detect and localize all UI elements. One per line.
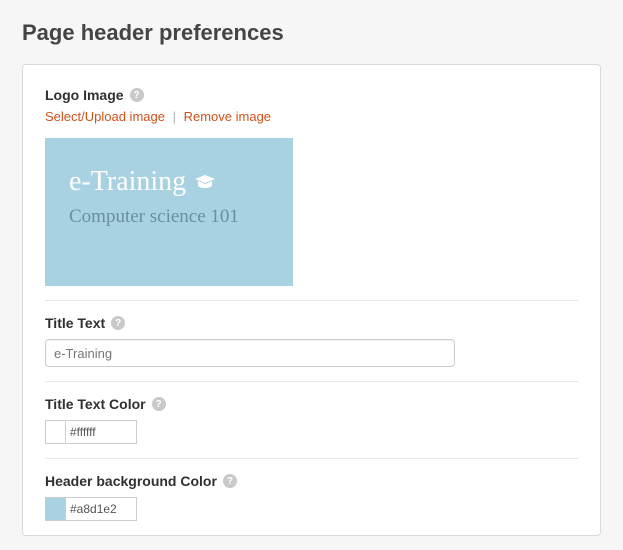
- remove-image-link[interactable]: Remove image: [184, 109, 271, 124]
- help-icon[interactable]: ?: [223, 474, 237, 488]
- title-text-input[interactable]: [45, 339, 455, 367]
- logo-preview: e-Training Computer science 101: [45, 138, 293, 286]
- title-color-input[interactable]: [66, 421, 134, 443]
- bg-color-picker[interactable]: [45, 497, 137, 521]
- select-upload-link[interactable]: Select/Upload image: [45, 109, 165, 124]
- title-color-picker[interactable]: [45, 420, 137, 444]
- help-icon[interactable]: ?: [130, 88, 144, 102]
- help-icon[interactable]: ?: [111, 316, 125, 330]
- logo-section: Logo Image ? Select/Upload image | Remov…: [45, 87, 578, 300]
- title-color-label-row: Title Text Color ?: [45, 396, 578, 412]
- logo-preview-title-row: e-Training: [69, 166, 293, 198]
- bg-color-swatch[interactable]: [46, 498, 66, 520]
- bg-color-label: Header background Color: [45, 473, 217, 489]
- page-title: Page header preferences: [22, 20, 623, 46]
- help-icon[interactable]: ?: [152, 397, 166, 411]
- bg-color-label-row: Header background Color ?: [45, 473, 578, 489]
- title-text-section: Title Text ?: [45, 300, 578, 381]
- bg-color-input[interactable]: [66, 498, 134, 520]
- logo-label: Logo Image: [45, 87, 124, 103]
- logo-label-row: Logo Image ?: [45, 87, 578, 103]
- title-color-section: Title Text Color ?: [45, 381, 578, 458]
- logo-preview-title: e-Training: [69, 166, 186, 198]
- title-color-label: Title Text Color: [45, 396, 146, 412]
- bg-color-section: Header background Color ?: [45, 458, 578, 535]
- title-text-label-row: Title Text ?: [45, 315, 578, 331]
- preferences-panel: Logo Image ? Select/Upload image | Remov…: [22, 64, 601, 536]
- logo-preview-subtitle: Computer science 101: [69, 206, 293, 228]
- logo-actions: Select/Upload image | Remove image: [45, 109, 578, 124]
- separator: |: [173, 109, 176, 124]
- graduation-cap-icon: [194, 174, 216, 190]
- title-color-swatch[interactable]: [46, 421, 66, 443]
- title-text-label: Title Text: [45, 315, 105, 331]
